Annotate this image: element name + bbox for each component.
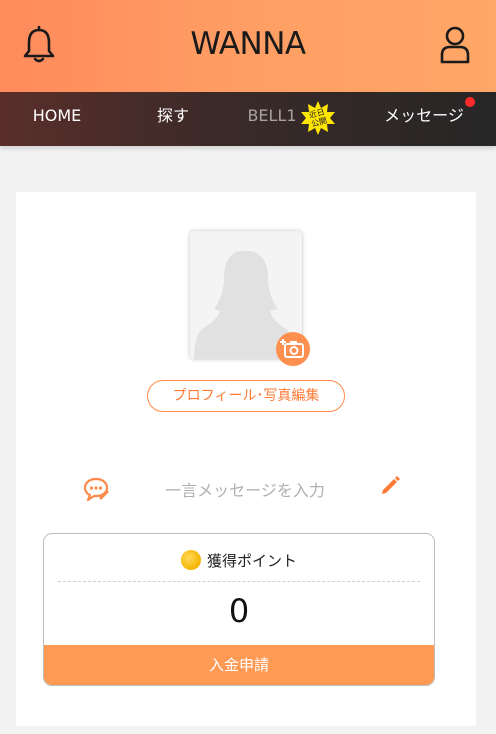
pencil-icon[interactable] (380, 474, 402, 496)
hitokoto-input[interactable] (130, 475, 360, 505)
main-nav: HOME 探す BELL1 近日 公開 メッセージ (0, 92, 496, 146)
points-title-row: 獲得ポイント (44, 550, 434, 571)
user-icon[interactable] (440, 26, 470, 64)
nav-home[interactable]: HOME (14, 92, 100, 146)
speech-bubble-icon (83, 477, 109, 502)
nav-search[interactable]: 探す (140, 92, 206, 146)
coin-icon (180, 550, 201, 570)
deposit-request-button[interactable]: 入金申請 (44, 645, 434, 685)
points-box: 獲得ポイント 0 入金申請 (43, 533, 435, 686)
coming-soon-badge: 近日 公開 (301, 101, 335, 135)
app-header: WANNA (0, 0, 496, 92)
points-title: 獲得ポイント (206, 552, 297, 570)
points-divider (58, 581, 420, 582)
camera-plus-icon[interactable] (276, 332, 310, 366)
notification-dot (465, 97, 475, 107)
nav-messages[interactable]: メッセージ (380, 92, 468, 146)
nav-bell[interactable]: BELL1 (236, 92, 308, 146)
edit-profile-button[interactable]: プロフィール･写真編集 (147, 380, 345, 412)
points-value: 0 (228, 592, 250, 630)
app-logo[interactable]: WANNA (0, 26, 496, 62)
